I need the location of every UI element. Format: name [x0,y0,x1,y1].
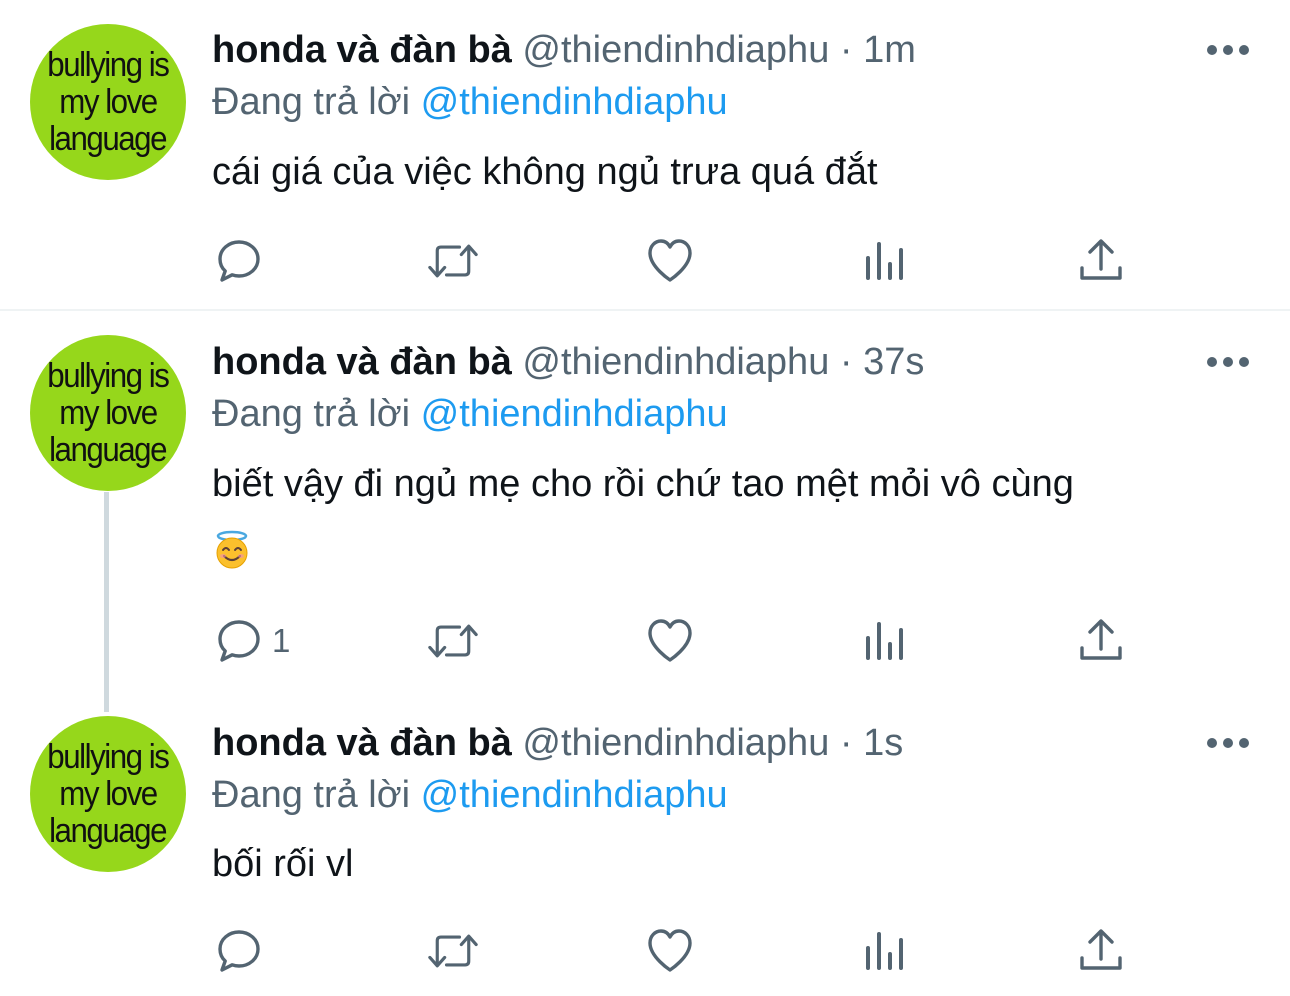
replying-label: Đang trả lời [212,81,411,123]
reply-icon [218,620,260,662]
analytics-icon [866,932,903,970]
retweet-icon [428,244,478,278]
tweet-text: cái giá của việc không ngủ trưa quá đắt [212,140,1252,204]
handle[interactable]: @thiendinhdiaphu [522,722,829,764]
timestamp[interactable]: 37s [863,341,924,383]
more-options-icon[interactable] [1206,43,1250,57]
separator-dot: · [839,722,853,764]
tweet[interactable]: bullying is my love language honda và đà… [0,694,1290,996]
share-button[interactable] [1076,616,1126,666]
replying-label: Đang trả lời [212,393,411,435]
retweet-icon [428,624,478,658]
replying-label: Đang trả lời [212,774,411,816]
tweet-text: bối rối vl [212,832,1252,896]
avatar-text-line: bullying is [47,737,170,776]
tweet-text-content: biết vậy đi ngủ mẹ cho rồi chứ tao mệt m… [212,463,1074,505]
heart-icon [648,929,692,972]
avatar-text-line: bullying is [47,356,170,395]
share-button[interactable] [1076,926,1126,976]
avatar-text-line: my love [59,393,158,432]
like-button[interactable] [645,926,695,976]
action-bar [0,926,1290,976]
reply-icon [218,930,260,972]
share-icon [1080,239,1122,280]
reply-button[interactable] [214,236,264,286]
avatar[interactable]: bullying is my love language [30,716,186,872]
share-icon [1080,619,1122,660]
analytics-button[interactable] [860,616,910,666]
timestamp[interactable]: 1s [863,722,903,764]
action-bar [0,236,1290,286]
more-options-icon[interactable] [1206,355,1250,369]
retweet-button[interactable] [428,236,478,286]
replying-to: Đang trả lời @thiendinhdiaphu [212,392,728,436]
tweet-header: honda và đàn bà @thiendinhdiaphu · 1s [212,721,903,765]
avatar[interactable]: bullying is my love language [30,24,186,180]
separator-dot: · [839,29,853,71]
share-icon [1080,929,1122,970]
action-bar: 1 [0,616,1290,666]
analytics-icon [866,622,903,660]
tweet-text: biết vậy đi ngủ mẹ cho rồi chứ tao mệt m… [212,452,1252,580]
handle[interactable]: @thiendinhdiaphu [522,341,829,383]
tweet-header: honda và đàn bà @thiendinhdiaphu · 37s [212,340,924,384]
replying-to: Đang trả lời @thiendinhdiaphu [212,773,728,817]
timestamp[interactable]: 1m [863,29,916,71]
heart-icon [648,619,692,662]
smiling-face-with-halo-emoji [216,530,248,569]
handle[interactable]: @thiendinhdiaphu [522,29,829,71]
reply-button[interactable]: 1 [214,616,290,666]
like-button[interactable] [645,616,695,666]
tweet[interactable]: bullying is my love language honda và đà… [0,312,1290,702]
share-button[interactable] [1076,236,1126,286]
retweet-button[interactable] [428,926,478,976]
avatar-text-line: language [49,430,168,469]
tweet-text-content: cái giá của việc không ngủ trưa quá đắt [212,151,878,193]
display-name[interactable]: honda và đàn bà [212,29,512,71]
avatar[interactable]: bullying is my love language [30,335,186,491]
avatar-text-line: language [49,811,168,850]
reply-button[interactable] [214,926,264,976]
reply-icon [218,240,260,282]
display-name[interactable]: honda và đàn bà [212,341,512,383]
retweet-button[interactable] [428,616,478,666]
divider [0,309,1290,311]
replying-to: Đang trả lời @thiendinhdiaphu [212,80,728,124]
retweet-icon [428,934,478,968]
avatar-text-line: my love [59,82,158,121]
tweet-text-content: bối rối vl [212,843,354,885]
tweet[interactable]: bullying is my love language honda và đà… [0,0,1290,310]
reply-count: 1 [272,622,291,659]
more-options-icon[interactable] [1206,736,1250,750]
mention-link[interactable]: @thiendinhdiaphu [421,81,728,123]
like-button[interactable] [645,236,695,286]
avatar-text-line: bullying is [47,45,170,84]
analytics-button[interactable] [860,926,910,976]
avatar-text-line: language [49,119,168,158]
mention-link[interactable]: @thiendinhdiaphu [421,774,728,816]
mention-link[interactable]: @thiendinhdiaphu [421,393,728,435]
analytics-icon [866,242,903,280]
analytics-button[interactable] [860,236,910,286]
tweet-header: honda và đàn bà @thiendinhdiaphu · 1m [212,28,916,72]
heart-icon [648,239,692,282]
avatar-text-line: my love [59,774,158,813]
display-name[interactable]: honda và đàn bà [212,722,512,764]
separator-dot: · [839,341,853,383]
